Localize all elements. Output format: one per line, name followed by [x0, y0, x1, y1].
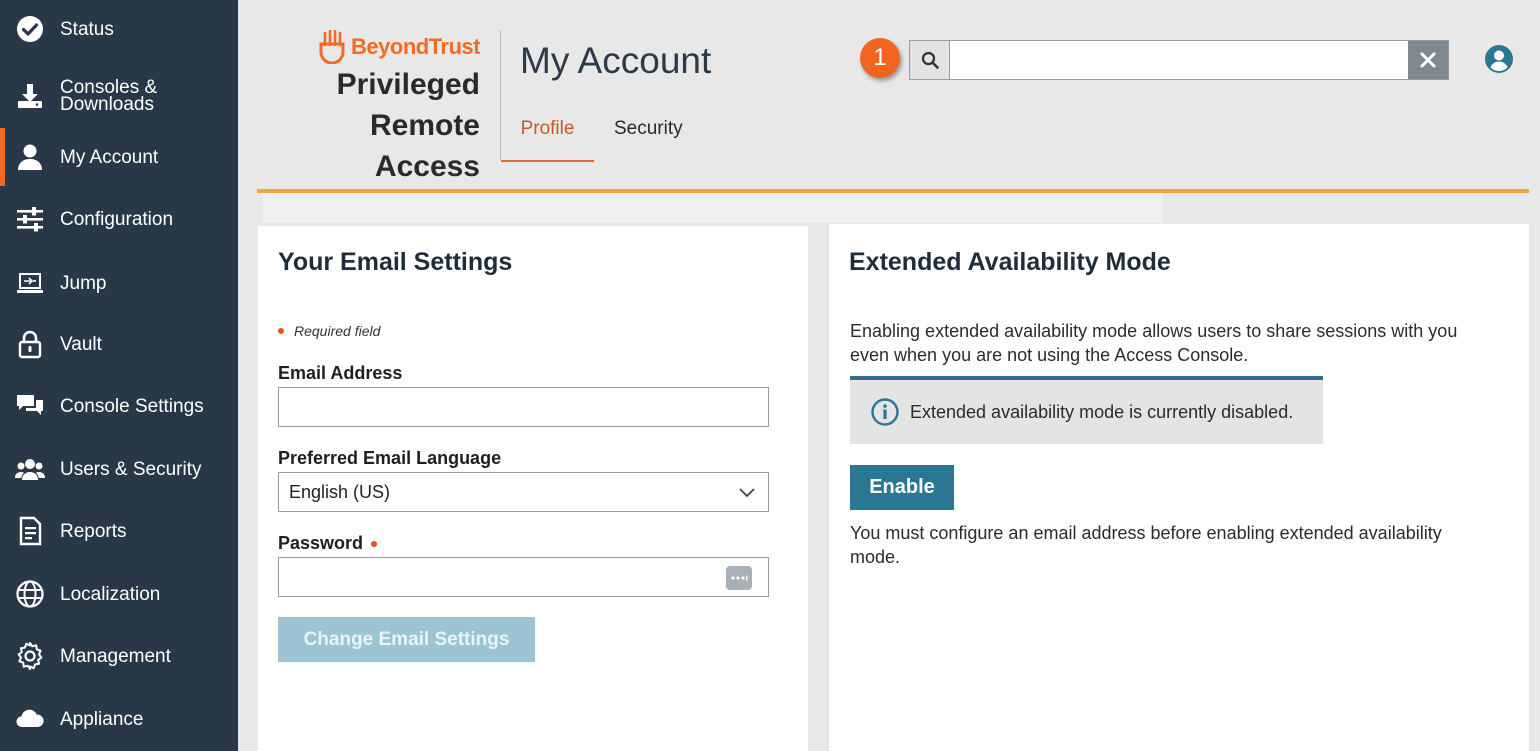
- product-name-line2: Remote Access: [369, 109, 480, 183]
- sidebar-item-localization[interactable]: Localization: [0, 577, 238, 611]
- sidebar-item-appliance[interactable]: Appliance: [0, 702, 238, 736]
- preferred-language-label: Preferred Email Language: [278, 448, 502, 468]
- status-text: Extended availability mode is currently …: [910, 401, 1294, 422]
- password-label: Password: [278, 533, 378, 554]
- sidebar-item-label: Consoles & Downloads: [60, 78, 157, 115]
- sidebar-item-status[interactable]: Status: [0, 12, 238, 46]
- sidebar-item-label: Reports: [60, 520, 127, 542]
- beyondtrust-logo-icon: [319, 30, 345, 64]
- sidebar-item-configuration[interactable]: Configuration: [0, 202, 238, 236]
- email-settings-panel: Your Email Settings Required field Email…: [258, 226, 808, 751]
- sidebar-item-management[interactable]: Management: [0, 639, 238, 673]
- password-field-wrap: [278, 557, 769, 597]
- close-icon: [1420, 52, 1436, 68]
- logo-text: BeyondTrust: [351, 34, 480, 59]
- password-label-text: Password: [278, 533, 364, 553]
- password-input[interactable]: [289, 566, 758, 588]
- sidebar-label-line: Downloads: [60, 94, 154, 115]
- report-document-icon: [14, 515, 46, 547]
- beyondtrust-logo: BeyondTrust: [258, 30, 480, 64]
- page-title: My Account: [520, 40, 712, 81]
- email-address-input[interactable]: [289, 396, 758, 418]
- required-field-note: Required field: [278, 323, 380, 339]
- password-manager-icon[interactable]: [726, 566, 752, 590]
- lock-icon: [14, 328, 46, 360]
- required-dot-icon: [371, 540, 378, 547]
- email-settings-title: Your Email Settings: [278, 248, 513, 276]
- sidebar-item-label: Management: [60, 645, 171, 667]
- user-icon: [14, 141, 46, 173]
- info-icon: [871, 398, 899, 426]
- callout-badge-1: 1: [860, 38, 900, 78]
- preferred-language-select[interactable]: English (US): [278, 472, 769, 512]
- change-email-settings-button[interactable]: Change Email Settings: [278, 617, 535, 662]
- required-field-text: Required field: [294, 323, 381, 339]
- product-branding: BeyondTrust Privileged Remote Access: [258, 30, 480, 187]
- content-top-strip: [263, 193, 1163, 223]
- enable-button[interactable]: Enable: [850, 465, 954, 510]
- sidebar-item-users-security[interactable]: Users & Security: [0, 452, 238, 486]
- search-button[interactable]: [910, 41, 950, 79]
- sidebar-nav: Status Consoles & Downloads My Account C…: [0, 0, 238, 751]
- users-icon: [14, 453, 46, 485]
- download-icon: [14, 80, 46, 112]
- extended-availability-description: Enabling extended availability mode allo…: [850, 321, 1458, 365]
- globe-icon: [14, 578, 46, 610]
- tab-security[interactable]: Security: [614, 118, 683, 162]
- status-info-box: Extended availability mode is currently …: [850, 376, 1323, 444]
- sliders-icon: [14, 203, 46, 235]
- email-address-field-wrap: [278, 387, 769, 427]
- sidebar-item-label: Vault: [60, 333, 102, 355]
- required-dot-icon: [278, 328, 284, 334]
- sidebar-item-jump[interactable]: Jump: [0, 266, 238, 300]
- sidebar-item-label: Configuration: [60, 208, 174, 230]
- sidebar-item-label: Status: [60, 18, 114, 40]
- sidebar-item-label: Users & Security: [60, 458, 202, 480]
- search-bar: [909, 40, 1449, 80]
- tab-profile[interactable]: Profile: [501, 118, 594, 162]
- jump-laptop-icon: [14, 267, 46, 299]
- extended-availability-title: Extended Availability Mode: [849, 248, 1171, 276]
- email-address-label: Email Address: [278, 363, 403, 383]
- clear-search-button[interactable]: [1408, 41, 1448, 79]
- sidebar-item-label: Appliance: [60, 708, 144, 730]
- sidebar-item-my-account[interactable]: My Account: [0, 128, 238, 186]
- cloud-icon: [14, 703, 46, 735]
- user-profile-icon[interactable]: [1484, 44, 1514, 74]
- product-name-line1: Privileged: [336, 68, 480, 101]
- sidebar-item-label: Console Settings: [60, 395, 204, 417]
- sidebar-item-console-settings[interactable]: Console Settings: [0, 389, 238, 423]
- configure-email-note: You must configure an email address befo…: [850, 523, 1442, 567]
- sidebar-item-consoles-downloads[interactable]: Consoles & Downloads: [0, 76, 238, 116]
- preferred-language-value: English (US): [289, 481, 391, 502]
- chat-bubbles-icon: [14, 390, 46, 422]
- sidebar-item-reports[interactable]: Reports: [0, 514, 238, 548]
- gear-icon: [14, 640, 46, 672]
- search-input[interactable]: [950, 41, 1408, 79]
- sidebar-item-label: My Account: [60, 146, 159, 168]
- sidebar-item-vault[interactable]: Vault: [0, 327, 238, 361]
- check-circle-icon: [14, 13, 46, 45]
- search-icon: [921, 51, 939, 69]
- chevron-down-icon: [739, 488, 755, 498]
- extended-availability-panel: Extended Availability Mode Enabling exte…: [829, 224, 1529, 751]
- sidebar-item-label: Jump: [60, 272, 107, 294]
- sidebar-item-label: Localization: [60, 583, 161, 605]
